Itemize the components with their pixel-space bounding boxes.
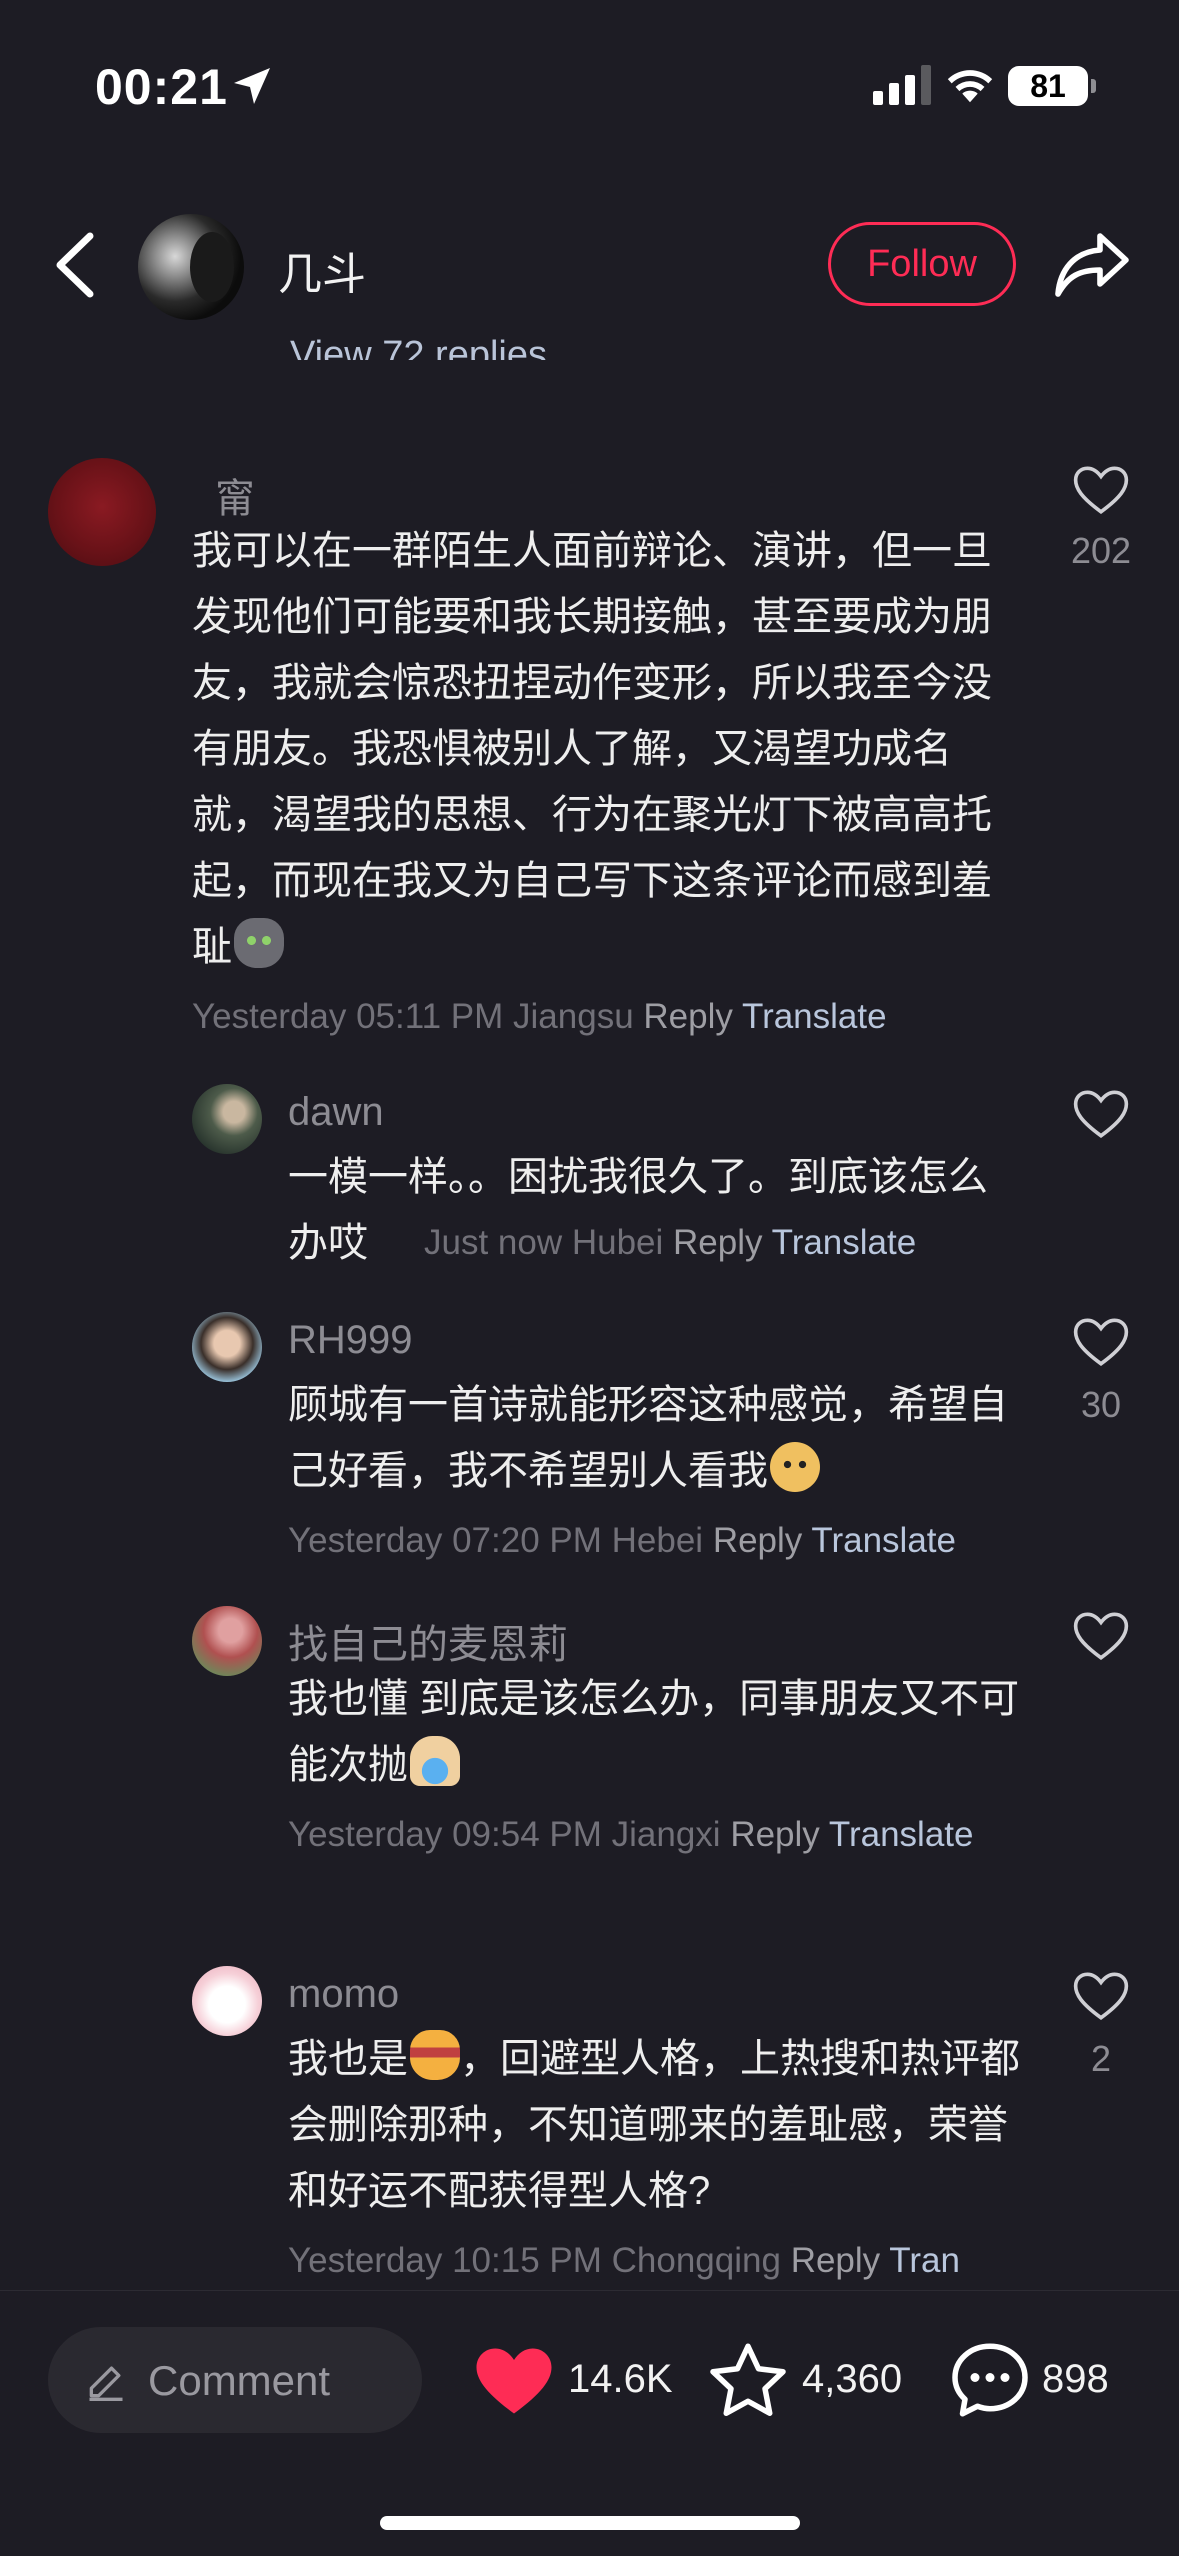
comment-text: 顾城有一首诗就能形容这种感觉，希望自己好看，我不希望别人看我 xyxy=(288,1372,1028,1504)
comment-username[interactable]: 甯 xyxy=(215,466,255,524)
battery-indicator: 81 xyxy=(1008,66,1088,106)
cellular-signal-icon xyxy=(873,65,931,105)
comment-text-body: 顾城有一首诗就能形容这种感觉，希望自己好看，我不希望别人看我 xyxy=(288,1383,1008,1493)
comment-text-body: 我可以在一群陌生人面前辩论、演讲，但一旦发现他们可能要和我长期接触，甚至要成为朋… xyxy=(192,529,992,969)
comment-input[interactable]: Comment xyxy=(48,2327,422,2433)
comment-username[interactable]: dawn xyxy=(288,1090,384,1135)
comment-meta: Yesterday 07:20 PM Hebei Reply Translate xyxy=(288,1508,956,1574)
post-header: 几斗 Follow xyxy=(0,200,1179,330)
status-time: 00:21 xyxy=(95,59,228,115)
comment-username[interactable]: momo xyxy=(288,1972,399,2017)
comment-text: 一模一样。。困扰我很久了。到底该怎么办哎 xyxy=(288,1155,988,1265)
like-heart-icon[interactable] xyxy=(1072,1088,1130,1140)
like-heart-filled-icon[interactable] xyxy=(474,2345,554,2417)
comment-timestamp-location: Yesterday 10:15 PM Chongqing xyxy=(288,2241,781,2280)
comment-username[interactable]: RH999 xyxy=(288,1318,413,1363)
avatar[interactable] xyxy=(192,1312,262,1382)
translate-button[interactable]: Translate xyxy=(772,1223,917,1262)
comment-timestamp-location: Yesterday 05:11 PM Jiangsu xyxy=(192,997,634,1036)
comment-text-body: 我也懂 到底是该怎么办，同事朋友又不可能次抛 xyxy=(288,1677,1020,1787)
comment-count: 898 xyxy=(1042,2357,1109,2401)
author-name[interactable]: 几斗 xyxy=(278,238,366,302)
reply-button[interactable]: Reply xyxy=(673,1223,762,1262)
battery-cap xyxy=(1091,79,1096,93)
comment-timestamp-location: Yesterday 07:20 PM Hebei xyxy=(288,1521,704,1560)
comment-timestamp-location: Yesterday 09:54 PM Jiangxi xyxy=(288,1815,721,1854)
like-heart-icon[interactable] xyxy=(1072,1970,1130,2022)
reply-button[interactable]: Reply xyxy=(791,2241,880,2280)
pencil-icon xyxy=(89,2366,123,2401)
cat-emoji-icon xyxy=(234,918,284,968)
comment-text-body: 我也是 xyxy=(288,2037,408,2081)
translate-button[interactable]: Translate xyxy=(742,997,887,1036)
location-arrow-icon xyxy=(234,68,270,104)
comment-text: 我也懂 到底是该怎么办，同事朋友又不可能次抛 xyxy=(288,1666,1028,1798)
comment-placeholder: Comment xyxy=(148,2357,331,2404)
favorite-star-icon[interactable] xyxy=(708,2341,788,2419)
home-indicator xyxy=(380,2516,800,2530)
like-heart-icon[interactable] xyxy=(1072,1610,1130,1662)
translate-button[interactable]: Translate xyxy=(829,1815,974,1854)
sunglasses-cat-emoji-icon xyxy=(410,2030,460,2080)
comment-meta: Yesterday 10:15 PM Chongqing Reply Tran xyxy=(288,2228,960,2294)
reply-button[interactable]: Reply xyxy=(643,997,732,1036)
reply-button[interactable]: Reply xyxy=(730,1815,819,1854)
comment-username[interactable]: 找自己的麦恩莉 xyxy=(288,1612,568,1670)
translate-button[interactable]: Translate xyxy=(811,1521,956,1560)
comment-text: 我也是 ，回避型人格，上热搜和热评都会删除那种，不知道哪来的羞耻感，荣誉和好运不配… xyxy=(288,2026,1028,2224)
post-like-count: 14.6K xyxy=(568,2357,673,2401)
like-count: 202 xyxy=(1070,530,1132,571)
translate-button[interactable]: Tran xyxy=(889,2241,960,2280)
like-count: 30 xyxy=(1080,1384,1122,1425)
comment-text-continued xyxy=(288,1210,428,1276)
crying-emoji-icon xyxy=(410,1736,460,1786)
avatar[interactable] xyxy=(192,1606,262,1676)
avatar[interactable] xyxy=(48,458,156,566)
comment-text: 我可以在一群陌生人面前辩论、演讲，但一旦发现他们可能要和我长期接触，甚至要成为朋… xyxy=(192,518,992,980)
author-avatar[interactable] xyxy=(138,214,244,320)
like-heart-icon[interactable] xyxy=(1072,464,1130,516)
back-icon[interactable] xyxy=(50,230,100,300)
comment-meta: Yesterday 09:54 PM Jiangxi Reply Transla… xyxy=(288,1802,1028,1868)
avatar[interactable] xyxy=(192,1084,262,1154)
dog-emoji-icon xyxy=(770,1442,820,1492)
comment-timestamp-location: Just now Hubei xyxy=(424,1223,664,1262)
comment-meta: Just now Hubei Reply Translate xyxy=(424,1210,916,1276)
wifi-icon xyxy=(947,70,993,103)
like-count: 2 xyxy=(1090,2038,1112,2079)
avatar[interactable] xyxy=(192,1966,262,2036)
follow-button[interactable]: Follow xyxy=(828,222,1016,306)
like-heart-icon[interactable] xyxy=(1072,1316,1130,1368)
comment-meta: Yesterday 05:11 PM Jiangsu Reply Transla… xyxy=(192,984,887,1050)
comment-bubble-icon[interactable] xyxy=(950,2341,1030,2419)
reply-button[interactable]: Reply xyxy=(713,1521,802,1560)
status-bar: 00:21 81 xyxy=(0,0,1179,170)
share-icon[interactable] xyxy=(1052,230,1132,300)
favorite-count: 4,360 xyxy=(802,2357,903,2401)
